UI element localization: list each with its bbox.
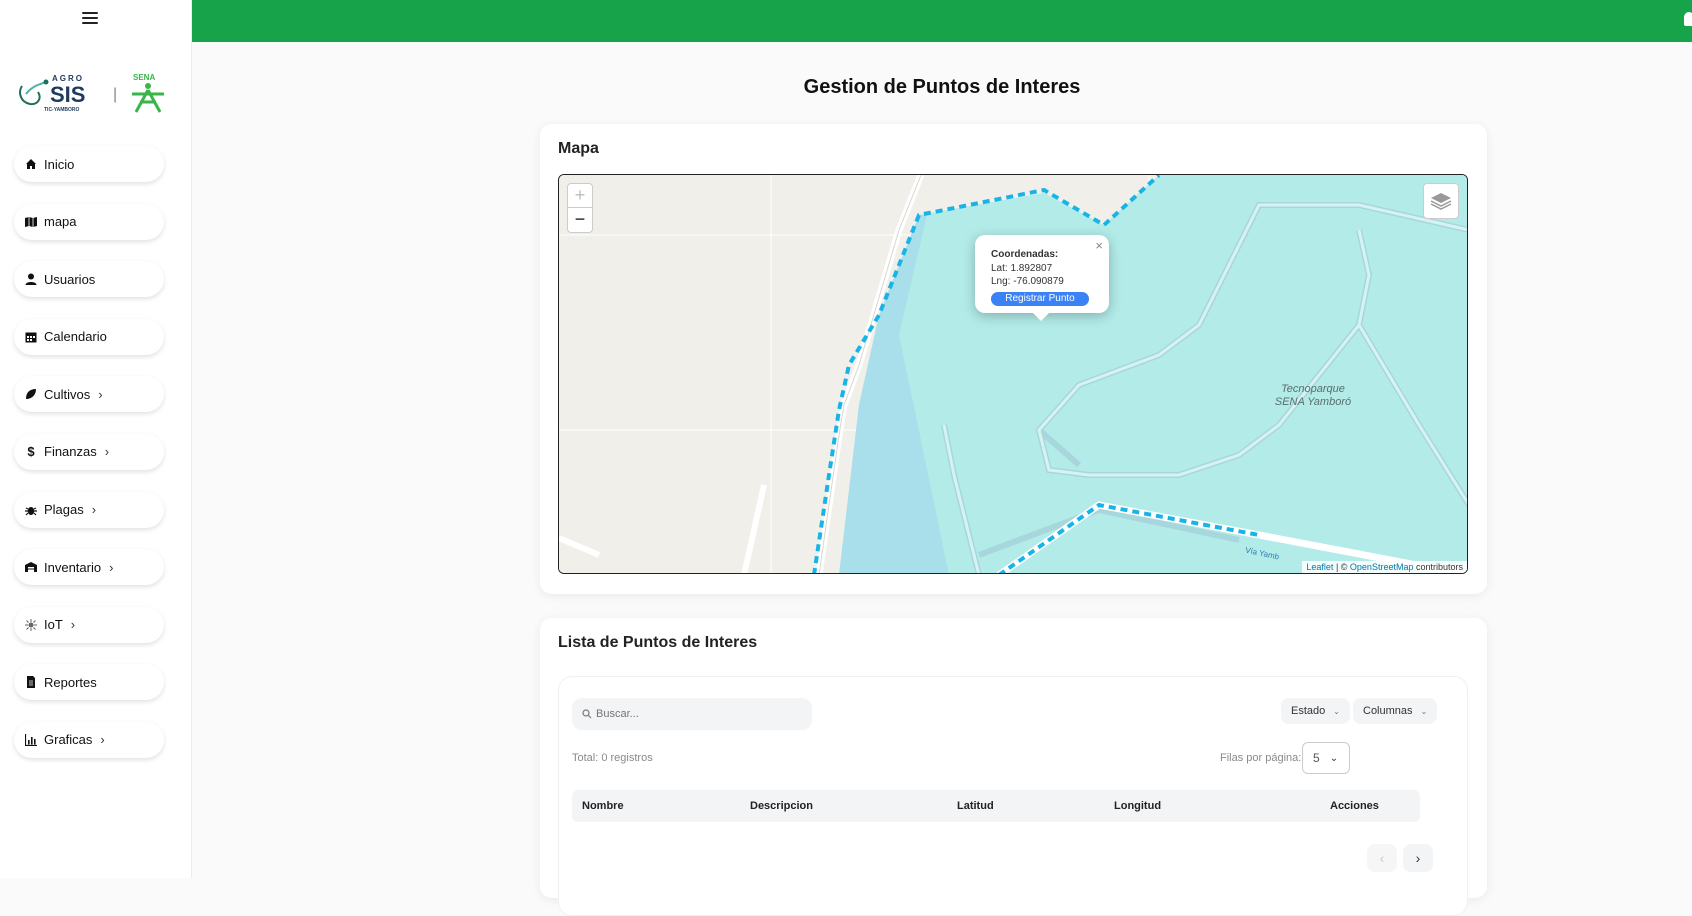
sidebar-item-label: mapa: [44, 214, 77, 230]
chevron-right-icon: ›: [100, 732, 105, 748]
popup-lng: Lng: -76.090879: [991, 276, 1064, 287]
sidebar-item-label: Inicio: [44, 156, 75, 172]
top-bar: [192, 0, 1692, 42]
sidebar-item-label: Plagas: [44, 502, 84, 518]
sidebar-item-label: IoT: [44, 617, 63, 633]
popup-close-button[interactable]: ×: [1095, 238, 1103, 253]
sidebar-item-label: Calendario: [44, 329, 107, 345]
col-acciones: Acciones: [1330, 800, 1379, 812]
sidebar-item-label: Usuarios: [44, 271, 96, 287]
logo-separator: |: [113, 86, 118, 103]
map-view[interactable]: + − × Coordenadas: Lat: 1.892807 Lng: -7…: [558, 174, 1468, 574]
chevron-down-icon: ⌄: [1329, 752, 1339, 764]
estado-dropdown[interactable]: Estado ⌄: [1281, 698, 1350, 724]
chevron-right-icon: ›: [109, 559, 114, 575]
popup-lat: Lat: 1.892807: [991, 263, 1053, 274]
columnas-label: Columnas: [1363, 705, 1413, 717]
map-card-title: Mapa: [558, 140, 599, 157]
coordinates-popup: × Coordenadas: Lat: 1.892807 Lng: -76.09…: [975, 235, 1109, 321]
rows-per-page-value: 5: [1313, 751, 1320, 765]
table-header: Nombre Descripcion Latitud Longitud Acci…: [572, 790, 1420, 822]
map-card: Mapa + − × Coordenadas: Lat: 1.892807 Ln…: [540, 124, 1487, 594]
popup-title: Coordenadas:: [991, 249, 1059, 260]
chevron-right-icon: ›: [98, 386, 103, 402]
chevron-down-icon: ⌄: [1333, 706, 1340, 716]
sidebar-item-calendario[interactable]: Calendario: [14, 318, 164, 355]
rows-per-page-label: Filas por página:: [1220, 752, 1302, 764]
svg-text:TIC-YAMBORO: TIC-YAMBORO: [44, 107, 79, 113]
sidebar-item-graficas[interactable]: Graficas ›: [14, 721, 164, 758]
sidebar-item-plagas[interactable]: Plagas ›: [14, 491, 164, 528]
svg-text:SENA: SENA: [133, 73, 155, 82]
prev-page-button[interactable]: ‹: [1367, 844, 1397, 872]
sidebar-item-inventario[interactable]: Inventario ›: [14, 549, 164, 586]
calendar-icon: [24, 330, 38, 344]
home-icon: [24, 157, 38, 171]
sidebar-item-inicio[interactable]: Inicio: [14, 146, 164, 182]
register-point-button[interactable]: Registrar Punto: [991, 292, 1089, 306]
map-attribution: Leaflet | © OpenStreetMap contributors: [1302, 561, 1467, 573]
col-descripcion[interactable]: Descripcion: [750, 800, 813, 812]
dollar-icon: $: [27, 444, 35, 460]
col-longitud[interactable]: Longitud: [1114, 800, 1161, 812]
leaf-icon: [24, 387, 38, 401]
agrosis-logo: AGRO SIS TIC-YAMBORO: [19, 74, 85, 113]
place-label-line-2: SENA Yamboró: [1274, 396, 1352, 408]
leaflet-link[interactable]: Leaflet: [1306, 562, 1333, 572]
menu-toggle-icon[interactable]: [82, 12, 98, 26]
list-card: Lista de Puntos de Interes Estado ⌄ Colu…: [540, 618, 1487, 916]
warehouse-icon: [24, 560, 38, 574]
sidebar: AGRO SIS TIC-YAMBORO | SENA Inicio mapa …: [0, 0, 192, 878]
sensor-icon: [24, 618, 38, 632]
columnas-dropdown[interactable]: Columnas ⌄: [1353, 698, 1438, 724]
estado-label: Estado: [1291, 705, 1326, 717]
sidebar-item-usuarios[interactable]: Usuarios: [14, 261, 164, 298]
layers-icon: [1430, 193, 1452, 210]
place-label: Tecnoparque SENA Yamboró: [1253, 383, 1373, 409]
total-count: Total: 0 registros: [572, 752, 653, 764]
zoom-out-button[interactable]: −: [568, 208, 592, 232]
chevron-down-icon: ⌄: [1420, 706, 1428, 716]
zoom-control: + −: [567, 183, 593, 233]
attribution-rest: contributors: [1413, 562, 1463, 572]
zoom-in-button[interactable]: +: [568, 184, 592, 208]
chart-icon: [24, 733, 38, 747]
bell-icon[interactable]: [1684, 12, 1692, 26]
page-title: Gestion de Puntos de Interes: [803, 76, 1081, 98]
sena-logo: SENA: [132, 73, 164, 113]
sidebar-item-label: Inventario: [44, 559, 102, 575]
file-icon: [24, 675, 38, 689]
svg-text:SIS: SIS: [50, 82, 85, 107]
list-card-title: Lista de Puntos de Interes: [558, 634, 758, 651]
next-page-button[interactable]: ›: [1403, 844, 1433, 872]
sidebar-item-label: Reportes: [44, 674, 97, 690]
place-label-line-1: Tecnoparque: [1281, 383, 1345, 395]
layers-button[interactable]: [1423, 183, 1459, 219]
sidebar-item-finanzas[interactable]: $ Finanzas ›: [14, 433, 164, 470]
sidebar-item-label: Finanzas: [44, 444, 97, 460]
chevron-right-icon: ›: [70, 617, 76, 633]
logo: AGRO SIS TIC-YAMBORO | SENA: [14, 72, 174, 116]
bug-icon: [24, 503, 38, 517]
chevron-right-icon: ›: [91, 502, 97, 518]
search-box[interactable]: [572, 698, 812, 730]
sidebar-item-mapa[interactable]: mapa: [14, 203, 164, 240]
col-nombre[interactable]: Nombre: [582, 800, 624, 812]
attribution-separator: | ©: [1333, 562, 1350, 572]
sidebar-item-label: Cultivos: [44, 386, 91, 402]
search-input[interactable]: [596, 708, 796, 720]
rows-per-page-select[interactable]: 5 ⌄: [1302, 742, 1350, 774]
col-latitud[interactable]: Latitud: [957, 800, 994, 812]
chevron-right-icon: ›: [104, 444, 110, 460]
map-icon: [24, 215, 38, 229]
user-icon: [24, 272, 38, 286]
osm-link[interactable]: OpenStreetMap: [1350, 562, 1414, 572]
sidebar-item-label: Graficas: [44, 732, 93, 748]
sidebar-item-cultivos[interactable]: Cultivos ›: [14, 376, 164, 413]
sidebar-nav: Inicio mapa Usuarios Calendario Cultivos…: [14, 146, 166, 780]
sidebar-item-reportes[interactable]: Reportes: [14, 664, 164, 701]
search-icon: [582, 709, 592, 719]
sidebar-item-iot[interactable]: IoT ›: [14, 606, 164, 643]
